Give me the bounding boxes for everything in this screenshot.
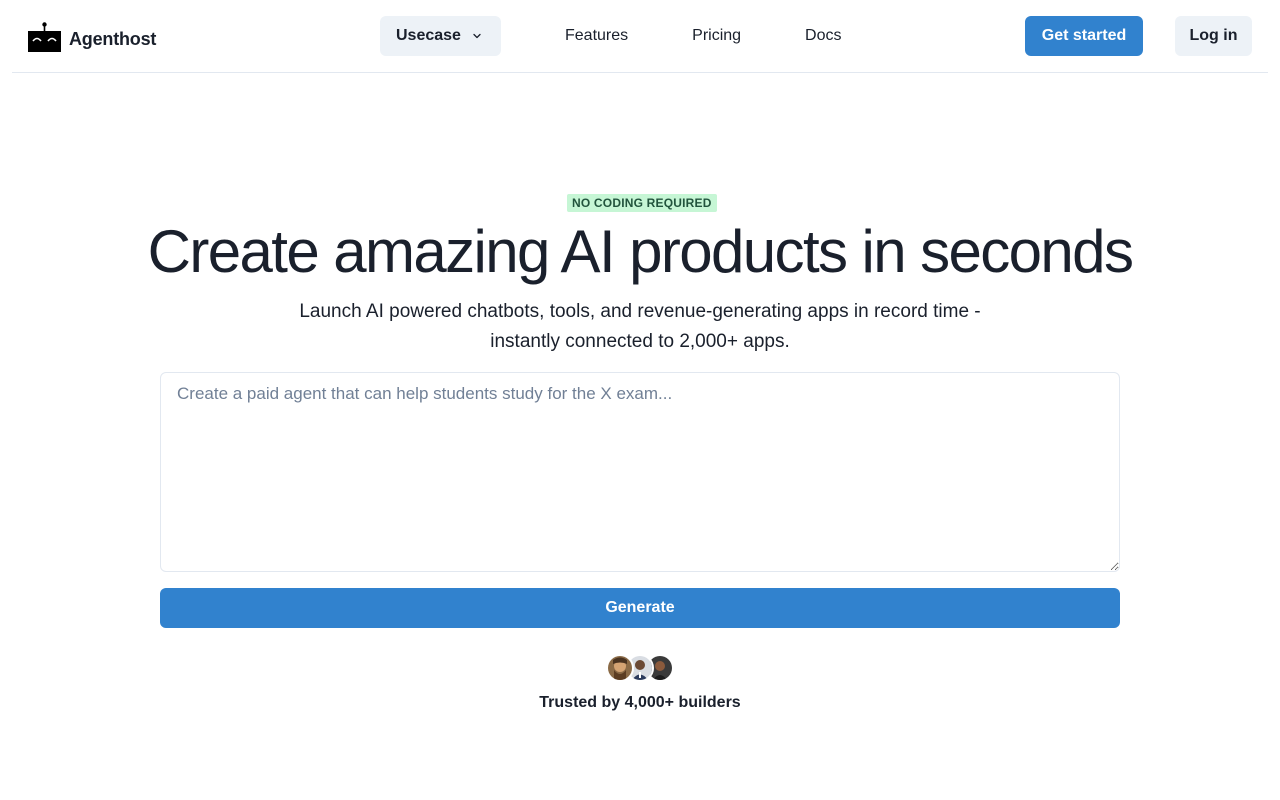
robot-logo-icon (28, 22, 61, 52)
brand-name: Agenthost (69, 28, 157, 49)
no-coding-badge: NO CODING REQUIRED (567, 194, 717, 212)
avatar (606, 654, 634, 682)
nav-link-docs[interactable]: Docs (805, 27, 841, 45)
nav-link-features[interactable]: Features (565, 27, 628, 45)
generate-button[interactable]: Generate (160, 588, 1120, 628)
trusted-by-text: Trusted by 4,000+ builders (539, 694, 741, 711)
hero-subtitle: Launch AI powered chatbots, tools, and r… (270, 297, 1010, 357)
login-button[interactable]: Log in (1175, 16, 1252, 56)
nav-link-pricing[interactable]: Pricing (692, 27, 741, 45)
builder-avatars (606, 654, 678, 682)
chevron-down-icon (473, 33, 481, 39)
brand-logo-link[interactable]: Agenthost (28, 20, 156, 54)
get-started-button[interactable]: Get started (1025, 16, 1143, 56)
usecase-dropdown-button[interactable]: Usecase (380, 16, 501, 56)
hero-subtitle-line-2: instantly connected to 2,000+ apps. (490, 331, 790, 352)
main-nav: Usecase Features Pricing Docs (380, 16, 842, 56)
hero-title: Create amazing AI products in seconds (147, 218, 1134, 285)
agent-prompt-input[interactable] (160, 372, 1120, 572)
hero-subtitle-line-1: Launch AI powered chatbots, tools, and r… (299, 301, 981, 322)
usecase-label: Usecase (396, 27, 461, 44)
top-navbar: Agenthost Usecase Features Pricing Docs … (12, 0, 1268, 73)
